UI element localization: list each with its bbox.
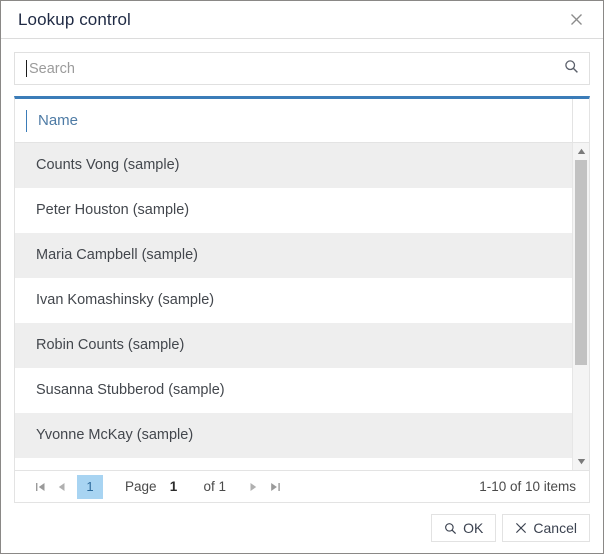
dialog-body: Name Counts Vong (sample) Peter Houston … — [1, 39, 603, 503]
page-number-input[interactable] — [161, 479, 186, 494]
lookup-control-dialog: Lookup control Search Name Counts Vong (… — [0, 0, 604, 554]
pager-item-count: 1-10 of 10 items — [479, 479, 576, 494]
grid-body: Counts Vong (sample) Peter Houston (samp… — [15, 143, 589, 470]
row-name-cell: Ivan Komashinsky (sample) — [36, 292, 215, 308]
search-icon — [444, 522, 457, 535]
table-row[interactable]: Robin Counts (sample) — [15, 323, 572, 368]
ok-button-label: OK — [463, 520, 484, 536]
pager: 1 Page of 1 — [15, 470, 589, 502]
search-input[interactable] — [27, 53, 553, 84]
search-submit-button[interactable] — [553, 53, 589, 84]
scroll-down-button[interactable] — [573, 453, 589, 470]
page-button-1[interactable]: 1 — [77, 474, 103, 499]
close-button[interactable] — [563, 7, 589, 33]
page-title: Lookup control — [18, 10, 131, 29]
scrollbar-thumb[interactable] — [575, 160, 587, 366]
table-row[interactable]: Counts Vong (sample) — [15, 143, 572, 188]
grid-rows: Counts Vong (sample) Peter Houston (samp… — [15, 143, 572, 470]
dialog-titlebar: Lookup control — [1, 1, 603, 39]
first-page-icon — [35, 482, 46, 492]
prev-page-icon — [57, 482, 67, 492]
page-label: Page — [125, 479, 157, 494]
search-icon — [564, 59, 579, 79]
prev-page-button[interactable] — [51, 476, 73, 498]
dialog-footer: OK Cancel — [1, 503, 603, 553]
row-name-cell: Counts Vong (sample) — [36, 157, 180, 173]
grid-header-row: Name — [15, 99, 589, 143]
column-divider — [26, 109, 27, 132]
page-total-label: of 1 — [203, 479, 227, 494]
table-row[interactable]: Ivan Komashinsky (sample) — [15, 278, 572, 323]
table-row[interactable]: Maria Campbell (sample) — [15, 233, 572, 278]
cancel-button[interactable]: Cancel — [502, 514, 590, 542]
row-name-cell: Yvonne McKay (sample) — [36, 427, 194, 443]
column-header-label: Name — [38, 112, 79, 129]
search-box[interactable] — [14, 52, 590, 85]
table-row[interactable]: Peter Houston (sample) — [15, 188, 572, 233]
last-page-icon — [270, 482, 281, 492]
triangle-up-icon — [577, 148, 586, 155]
scrollbar-track[interactable] — [573, 160, 589, 453]
ok-button[interactable]: OK — [431, 514, 497, 542]
scroll-up-button[interactable] — [573, 143, 589, 160]
header-scrollbar-spacer — [572, 99, 589, 142]
last-page-button[interactable] — [264, 476, 286, 498]
results-grid: Name Counts Vong (sample) Peter Houston … — [14, 96, 590, 503]
pager-next-controls — [242, 476, 286, 498]
row-name-cell: Peter Houston (sample) — [36, 202, 190, 218]
next-page-button[interactable] — [242, 476, 264, 498]
triangle-down-icon — [577, 458, 586, 465]
row-name-cell: Susanna Stubberod (sample) — [36, 382, 225, 398]
row-name-cell: Maria Campbell (sample) — [36, 247, 198, 263]
row-name-cell: Robin Counts (sample) — [36, 337, 185, 353]
next-page-icon — [248, 482, 258, 492]
close-icon — [515, 522, 527, 534]
close-icon — [570, 13, 583, 26]
column-header-name[interactable]: Name — [15, 99, 572, 142]
cancel-button-label: Cancel — [533, 520, 577, 536]
vertical-scrollbar[interactable] — [572, 143, 589, 470]
table-row[interactable]: Yvonne McKay (sample) — [15, 413, 572, 458]
first-page-button[interactable] — [29, 476, 51, 498]
table-row[interactable]: Susanna Stubberod (sample) — [15, 368, 572, 413]
